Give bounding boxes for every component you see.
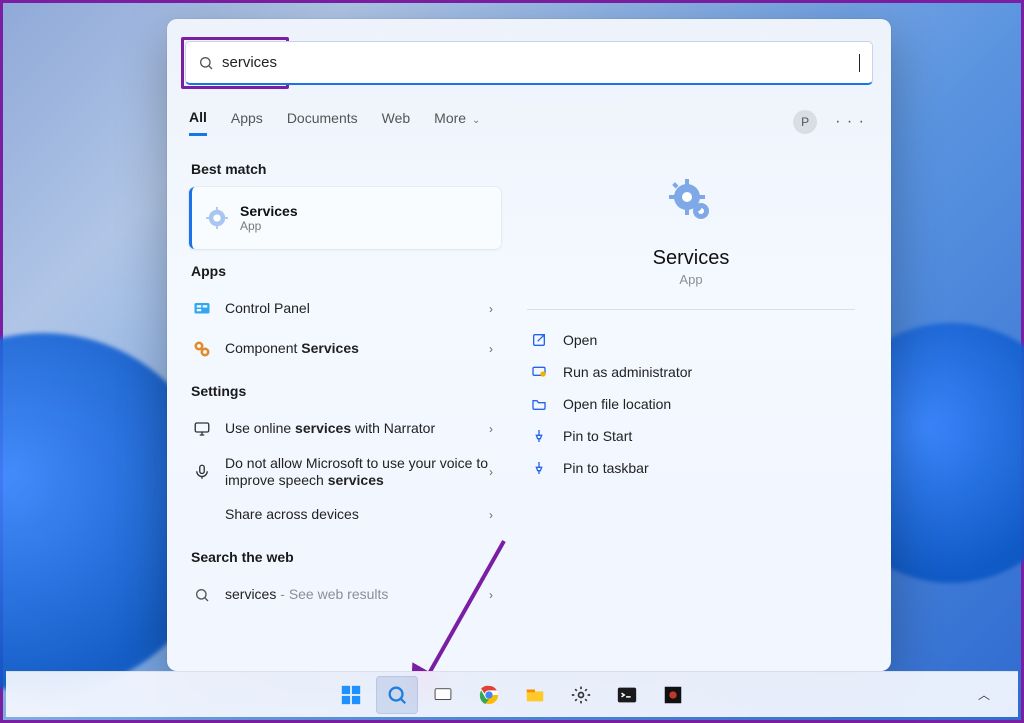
best-match-title: Services [240,203,298,219]
result-component-services[interactable]: Component Services › [189,329,501,369]
taskbar: ︿ [6,671,1018,717]
pin-icon [529,428,549,444]
detail-title: Services [519,247,863,270]
task-view-button[interactable] [422,676,464,714]
result-label: Share across devices [225,506,489,524]
action-label: Open [563,332,597,348]
section-web: Search the web [191,549,501,565]
search-tabs: All Apps Documents Web More ⌄ P · · · [189,105,869,139]
search-icon [198,55,214,71]
chevron-down-icon: ⌄ [472,115,480,126]
action-pin-to-start[interactable]: Pin to Start [519,420,863,452]
action-run-as-admin[interactable]: Run as administrator [519,356,863,388]
result-label: Component Services [225,340,489,358]
pin-icon [529,460,549,476]
detail-app-icon [519,177,863,225]
taskbar-settings[interactable] [560,676,602,714]
action-label: Open file location [563,396,671,412]
tab-more[interactable]: More ⌄ [434,110,480,134]
chevron-right-icon: › [489,588,493,602]
best-match-result[interactable]: Services App [189,187,501,249]
section-apps: Apps [191,263,501,279]
result-narrator-services[interactable]: Use online services with Narrator › [189,409,501,449]
control-panel-icon [191,300,213,318]
start-button[interactable] [330,676,372,714]
result-web-search[interactable]: services - See web results › [189,575,501,615]
action-open-file-location[interactable]: Open file location [519,388,863,420]
tab-more-label: More [434,110,466,126]
chevron-right-icon: › [489,465,493,479]
tab-web[interactable]: Web [382,110,411,134]
chevron-right-icon: › [489,302,493,316]
services-gear-icon [206,207,228,229]
tab-all[interactable]: All [189,109,207,136]
shield-icon [529,364,549,380]
chevron-right-icon: › [489,342,493,356]
results-column: Best match Services App Apps [167,147,501,671]
taskbar-app[interactable] [652,676,694,714]
section-best-match: Best match [191,161,501,177]
search-icon [191,587,213,603]
tab-documents[interactable]: Documents [287,110,358,134]
taskbar-file-explorer[interactable] [514,676,556,714]
tab-apps[interactable]: Apps [231,110,263,134]
detail-subtitle: App [519,272,863,287]
chevron-right-icon: › [489,422,493,436]
folder-icon [529,396,549,412]
component-services-icon [191,340,213,358]
more-options-button[interactable]: · · · [831,111,869,133]
result-label: Do not allow Microsoft to use your voice… [225,451,489,494]
monitor-icon [191,420,213,438]
text-caret [859,54,860,72]
action-label: Pin to taskbar [563,460,649,476]
search-input[interactable] [214,54,865,71]
result-label: services - See web results [225,586,489,604]
result-control-panel[interactable]: Control Panel › [189,289,501,329]
detail-panel: Services App Open Run as administrator [501,147,891,671]
action-label: Pin to Start [563,428,632,444]
open-icon [529,332,549,348]
action-label: Run as administrator [563,364,692,380]
chevron-right-icon: › [489,508,493,522]
divider [527,309,855,310]
taskbar-search-button[interactable] [376,676,418,714]
microphone-icon [191,463,213,481]
action-pin-to-taskbar[interactable]: Pin to taskbar [519,452,863,484]
action-open[interactable]: Open [519,324,863,356]
search-field[interactable] [185,41,873,85]
tray-chevron-up-icon[interactable]: ︿ [978,686,990,703]
result-label: Control Panel [225,300,489,318]
best-match-subtitle: App [240,219,298,233]
section-settings: Settings [191,383,501,399]
result-label: Use online services with Narrator [225,420,489,438]
windows-search-panel: All Apps Documents Web More ⌄ P · · · Be… [167,19,891,671]
result-share-devices[interactable]: Share across devices › [189,495,501,535]
profile-avatar[interactable]: P [793,110,817,134]
result-speech-privacy[interactable]: Do not allow Microsoft to use your voice… [189,449,501,495]
taskbar-terminal[interactable] [606,676,648,714]
taskbar-chrome[interactable] [468,676,510,714]
